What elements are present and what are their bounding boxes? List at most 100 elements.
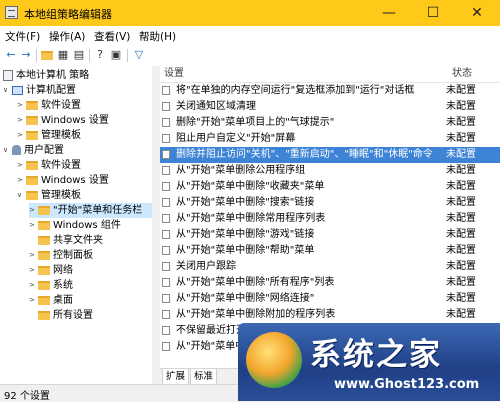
export-list-icon[interactable]: ▤ — [72, 48, 86, 62]
user-icon — [12, 145, 21, 155]
policy-setting-icon — [162, 149, 170, 159]
toolbar-separator — [89, 49, 90, 62]
chevron-right-icon[interactable]: > — [29, 278, 38, 293]
back-arrow-icon[interactable]: ← — [4, 48, 18, 62]
chevron-down-icon[interactable]: ∨ — [17, 188, 26, 203]
tab-standard[interactable]: 标准 — [190, 369, 218, 385]
maximize-icon[interactable]: ☐ — [411, 0, 455, 26]
list-item[interactable]: 关闭用户跟踪 未配置 — [160, 259, 500, 275]
toolbar-separator — [127, 49, 128, 62]
tree-item-start-menu-taskbar[interactable]: > "开始"菜单和任务栏 — [29, 203, 152, 218]
gpedit-app-icon — [5, 6, 18, 19]
column-header-setting[interactable]: 设置 — [164, 66, 184, 82]
list-item[interactable]: 从"开始"菜单中删除"帮助"菜单 未配置 — [160, 243, 500, 259]
tree-item-desktop[interactable]: > 桌面 — [29, 293, 73, 308]
chevron-right-icon[interactable]: > — [17, 98, 26, 113]
policy-setting-icon — [162, 181, 170, 191]
window-title: 本地组策略编辑器 — [24, 8, 112, 21]
list-item[interactable]: 从"开始"菜单中删除"收藏夹"菜单 未配置 — [160, 179, 500, 195]
watermark-text: 系统之家 — [310, 337, 442, 373]
chevron-right-icon[interactable]: > — [17, 158, 26, 173]
watermark: 系统之家 www.Ghost123.com — [238, 323, 500, 401]
menu-bar: 文件(F) 操作(A) 查看(V) 帮助(H) — [0, 26, 500, 45]
folder-icon — [26, 100, 38, 110]
menu-view[interactable]: 查看(V) — [94, 29, 130, 44]
tree-item-software-settings[interactable]: > 软件设置 — [17, 98, 81, 113]
forward-arrow-icon[interactable]: → — [19, 48, 33, 62]
chevron-right-icon[interactable]: > — [29, 248, 38, 263]
folder-icon — [38, 220, 50, 230]
list-item[interactable]: 阻止用户自定义"开始"屏幕 未配置 — [160, 131, 500, 147]
policy-setting-icon — [162, 133, 170, 143]
tree-item-all-settings[interactable]: 所有设置 — [29, 308, 93, 323]
tree-item-user-config[interactable]: ∨ 用户配置 — [3, 143, 64, 158]
list-item[interactable]: 从"开始"菜单中删除附加的程序列表 未配置 — [160, 307, 500, 323]
policy-setting-icon — [162, 101, 170, 111]
tree-scrollbar[interactable] — [152, 66, 160, 384]
policy-setting-icon — [162, 325, 170, 335]
menu-file[interactable]: 文件(F) — [5, 29, 40, 44]
folder-icon — [38, 310, 50, 320]
list-item[interactable]: 从"开始"菜单中删除"网络连接" 未配置 — [160, 291, 500, 307]
policy-setting-icon — [162, 293, 170, 303]
tree-item-admin-templates[interactable]: > 管理模板 — [17, 128, 81, 143]
chevron-right-icon[interactable]: > — [17, 173, 26, 188]
toolbar-separator — [36, 49, 37, 62]
filter-icon[interactable]: ▽ — [132, 48, 146, 62]
show-hide-tree-icon[interactable]: ▦ — [56, 48, 70, 62]
chevron-right-icon[interactable]: > — [29, 203, 38, 218]
tree-item-windows-settings[interactable]: > Windows 设置 — [17, 173, 109, 188]
policy-setting-icon — [162, 341, 170, 351]
policy-setting-icon — [162, 85, 170, 95]
help-icon[interactable]: ? — [93, 48, 107, 62]
tab-extended[interactable]: 扩展 — [162, 369, 190, 385]
policy-setting-icon — [162, 277, 170, 287]
chevron-right-icon[interactable]: > — [29, 263, 38, 278]
status-text: 92 个设置 — [4, 391, 50, 402]
list-item[interactable]: 从"开始"菜单删除公用程序组 未配置 — [160, 163, 500, 179]
menu-help[interactable]: 帮助(H) — [139, 29, 176, 44]
chevron-right-icon[interactable]: > — [29, 218, 38, 233]
title-bar: 本地组策略编辑器 — ☐ ✕ — [0, 0, 500, 26]
menu-action[interactable]: 操作(A) — [49, 29, 85, 44]
list-item[interactable]: 将"在单独的内存空间运行"复选框添加到"运行"对话框 未配置 — [160, 83, 500, 99]
tree-item-windows-settings[interactable]: > Windows 设置 — [17, 113, 109, 128]
folder-icon — [38, 280, 50, 290]
list-item[interactable]: 从"开始"菜单中删除"所有程序"列表 未配置 — [160, 275, 500, 291]
close-icon[interactable]: ✕ — [455, 0, 499, 26]
properties-icon[interactable]: ▣ — [109, 48, 123, 62]
policy-setting-icon — [162, 309, 170, 319]
folder-icon — [38, 295, 50, 305]
folder-icon — [26, 175, 38, 185]
tree-item-windows-components[interactable]: > Windows 组件 — [29, 218, 121, 233]
tree-item-computer-config[interactable]: ∨ 计算机配置 — [3, 83, 76, 98]
list-item[interactable]: 关闭通知区域清理 未配置 — [160, 99, 500, 115]
tree-item-control-panel[interactable]: > 控制面板 — [29, 248, 93, 263]
policy-setting-icon — [162, 197, 170, 207]
chevron-down-icon[interactable]: ∨ — [3, 83, 12, 98]
list-item[interactable]: 从"开始"菜单中删除常用程序列表 未配置 — [160, 211, 500, 227]
chevron-right-icon[interactable]: > — [17, 113, 26, 128]
tree-item-network[interactable]: > 网络 — [29, 263, 73, 278]
chevron-down-icon[interactable]: ∨ — [3, 143, 12, 158]
column-header-state[interactable]: 状态 — [452, 66, 472, 82]
list-item[interactable]: 从"开始"菜单中删除"搜索"链接 未配置 — [160, 195, 500, 211]
chevron-right-icon[interactable]: > — [17, 128, 26, 143]
list-item[interactable]: 删除"开始"菜单项目上的"气球提示" 未配置 — [160, 115, 500, 131]
chevron-right-icon[interactable]: > — [29, 293, 38, 308]
computer-icon — [12, 85, 23, 95]
up-folder-icon[interactable] — [40, 48, 54, 62]
policy-icon — [3, 69, 13, 81]
folder-icon — [38, 250, 50, 260]
toolbar: ← → ▦ ▤ ? ▣ ▽ — [0, 45, 500, 67]
tree-item-admin-templates[interactable]: ∨ 管理模板 — [17, 188, 81, 203]
tree-item-system[interactable]: > 系统 — [29, 278, 73, 293]
folder-icon — [26, 115, 38, 125]
minimize-icon[interactable]: — — [367, 0, 411, 26]
list-item[interactable]: 从"开始"菜单中删除"游戏"链接 未配置 — [160, 227, 500, 243]
tree-item-shared-folders[interactable]: 共享文件夹 — [29, 233, 103, 248]
list-item-selected[interactable]: 删除并阻止访问"关机"、"重新启动"、"睡眠"和"休眠"命令 未配置 — [160, 147, 500, 163]
policy-setting-icon — [162, 117, 170, 127]
tree-item-local-policy[interactable]: 本地计算机 策略 — [3, 68, 89, 83]
tree-item-software-settings[interactable]: > 软件设置 — [17, 158, 81, 173]
